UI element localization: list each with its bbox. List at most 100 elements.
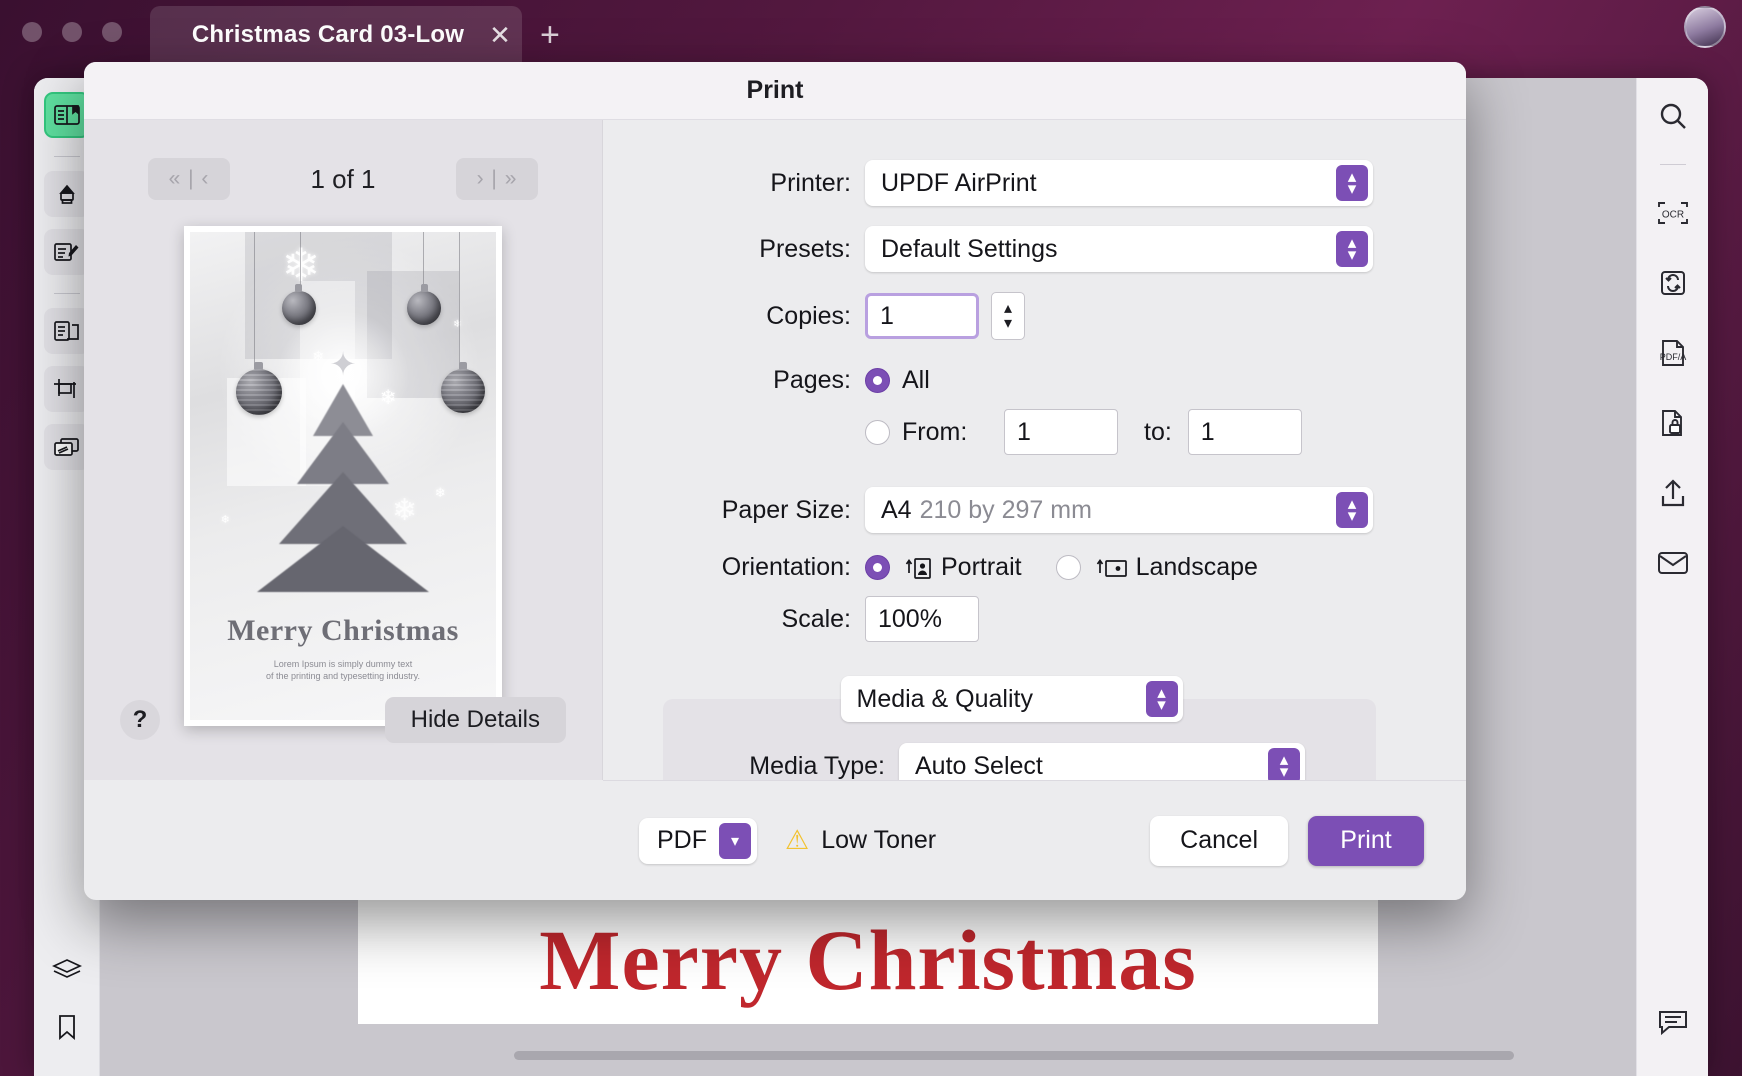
tab-title: Christmas Card 03-Low	[191, 21, 465, 48]
sidebar-item-reader-view[interactable]	[43, 92, 90, 138]
right-rail-divider	[1659, 164, 1686, 165]
warning-triangle-icon: ⚠	[785, 825, 810, 855]
bookmark-icon	[56, 1014, 78, 1040]
next-page-and-last-page-icon[interactable]: › | »	[456, 158, 538, 200]
comment-button[interactable]	[1649, 998, 1697, 1046]
chevron-up-down-icon: ▴ ▾	[1336, 231, 1368, 267]
pdf-menu-button[interactable]: PDF ▾	[639, 817, 757, 864]
page-indicator: 1 of 1	[310, 163, 376, 194]
help-button[interactable]: ?	[120, 700, 160, 740]
horizontal-scrollbar[interactable]	[514, 1051, 1514, 1060]
pages-to-input[interactable]: 1	[1187, 409, 1302, 455]
pages-from-input[interactable]: 1	[1004, 409, 1118, 455]
copies-row: Copies: 1 ▴ ▾	[603, 292, 1420, 340]
preview-artwork: ❄ ❄ ❄ ❄ ❄ ❄ ❄ ✦ Merry Christmas Lorem Ip…	[190, 232, 496, 720]
share-button[interactable]	[1649, 469, 1697, 517]
media-type-row: Media Type: Auto Select ▴ ▾	[663, 743, 1376, 780]
print-section-select[interactable]: Media & Quality ▴ ▾	[840, 676, 1183, 722]
orientation-landscape-label: Landscape	[1135, 553, 1258, 581]
print-dialog: Print « | ‹ 1 of 1 › | » ❄ ❄ ❄ ❄ ❄ ❄ ❄ ✦…	[84, 62, 1466, 900]
organize-pages-icon	[53, 319, 80, 343]
document-tab[interactable]: Christmas Card 03-Low ✕	[150, 6, 522, 64]
ocr-button[interactable]: OCR	[1649, 189, 1697, 237]
scale-row: Scale: 100%	[603, 596, 1420, 642]
first-page-and-previous-page-icon[interactable]: « | ‹	[148, 158, 230, 200]
printer-select[interactable]: UPDF AirPrint ▴ ▾	[865, 160, 1373, 206]
rail-divider-2	[53, 293, 80, 294]
print-button[interactable]: Print	[1308, 815, 1424, 866]
search-button[interactable]	[1649, 92, 1697, 140]
svg-text:OCR: OCR	[1661, 210, 1683, 221]
rail-divider-1	[53, 156, 80, 157]
preview-pager: « | ‹ 1 of 1 › | »	[84, 156, 602, 202]
protect-button[interactable]	[1649, 399, 1697, 447]
print-section-value: Media & Quality	[856, 684, 1033, 713]
media-type-select[interactable]: Auto Select ▴ ▾	[899, 743, 1305, 780]
edit-document-icon	[53, 240, 80, 264]
sidebar-item-bookmark[interactable]	[44, 1004, 90, 1050]
hide-details-button[interactable]: Hide Details	[384, 697, 566, 743]
printer-row: Printer: UPDF AirPrint ▴ ▾	[603, 160, 1420, 206]
pdf-a-button[interactable]: PDF/A	[1649, 329, 1697, 377]
pages-range-radio[interactable]	[865, 419, 890, 445]
status-badge: ⚠ Low Toner	[785, 826, 936, 855]
presets-select[interactable]: Default Settings ▴ ▾	[865, 226, 1373, 272]
sidebar-item-highlighter[interactable]	[43, 171, 90, 217]
presets-value: Default Settings	[881, 234, 1058, 263]
orientation-portrait-radio[interactable]	[865, 555, 890, 580]
preview-thumbnail[interactable]: ❄ ❄ ❄ ❄ ❄ ❄ ❄ ✦ Merry Christmas Lorem Ip…	[184, 226, 502, 726]
copies-stepper[interactable]: ▴ ▾	[991, 292, 1025, 340]
pages-to-label: to:	[1144, 417, 1172, 446]
cancel-button[interactable]: Cancel	[1150, 815, 1288, 866]
chevron-down-icon[interactable]: ▾	[1004, 315, 1012, 331]
orientation-landscape-radio[interactable]	[1055, 555, 1081, 580]
preview-card-heading: Merry Christmas	[227, 614, 459, 647]
window-minimize-button[interactable]	[62, 22, 82, 42]
scale-input[interactable]: 100%	[865, 596, 979, 642]
svg-text:PDF/A: PDF/A	[1659, 352, 1686, 362]
settings-content: Printer: UPDF AirPrint ▴ ▾ Presets: Defau…	[603, 120, 1466, 780]
sidebar-item-layers[interactable]	[44, 946, 90, 992]
orientation-row: Orientation: Portrait Landscape	[603, 553, 1420, 582]
copies-label: Copies:	[766, 301, 851, 330]
right-toolbar: OCR PDF/A	[1636, 78, 1708, 1076]
sidebar-item-organize-pages[interactable]	[43, 308, 90, 354]
paper-size-dimensions: 210 by 297 mm	[919, 495, 1092, 524]
paper-size-row: Paper Size: A4 210 by 297 mm ▴ ▾	[603, 487, 1420, 533]
plus-icon[interactable]: +	[540, 16, 560, 55]
sidebar-item-crop-page[interactable]	[43, 366, 90, 412]
chevron-up-down-icon: ▴ ▾	[1336, 165, 1368, 201]
dialog-body: « | ‹ 1 of 1 › | » ❄ ❄ ❄ ❄ ❄ ❄ ❄ ✦ Merry…	[84, 120, 1466, 780]
convert-button[interactable]	[1649, 259, 1697, 307]
avatar[interactable]	[1684, 6, 1726, 48]
copies-input[interactable]: 1	[865, 293, 979, 339]
dialog-footer: PDF ▾ ⚠ Low Toner Cancel Print	[603, 780, 1466, 900]
sidebar-item-page-background[interactable]	[43, 424, 90, 470]
page-background-icon	[53, 436, 80, 458]
pdf-menu-label: PDF	[657, 826, 707, 854]
chevron-up-icon[interactable]: ▴	[1004, 300, 1012, 316]
layers-icon	[51, 957, 82, 981]
pdf-a-icon: PDF/A	[1657, 338, 1689, 368]
pages-all-radio[interactable]	[865, 368, 890, 393]
sidebar-item-edit-document[interactable]	[43, 229, 90, 275]
paper-size-select[interactable]: A4 210 by 297 mm ▴ ▾	[865, 487, 1373, 533]
media-type-value: Auto Select	[915, 751, 1043, 780]
scale-label: Scale:	[781, 604, 851, 633]
dialog-header: Print	[84, 62, 1466, 120]
pages-all-row: Pages: All	[603, 366, 1420, 395]
presets-label: Presets:	[759, 234, 851, 263]
pages-all-label: All	[902, 366, 930, 394]
crop-page-icon	[53, 378, 80, 400]
search-icon	[1657, 100, 1689, 132]
portrait-orientation-icon	[904, 555, 934, 581]
orientation-portrait-label: Portrait	[941, 553, 1022, 581]
window-maximize-button[interactable]	[102, 22, 122, 42]
mail-button[interactable]	[1649, 539, 1697, 587]
media-type-label: Media Type:	[749, 751, 885, 780]
chevron-down-icon: ▾	[719, 822, 751, 859]
window-close-button[interactable]	[22, 22, 42, 42]
paper-size-label: Paper Size:	[721, 495, 851, 524]
close-icon[interactable]: ✕	[478, 20, 522, 51]
chevron-up-down-icon: ▴ ▾	[1268, 748, 1300, 780]
